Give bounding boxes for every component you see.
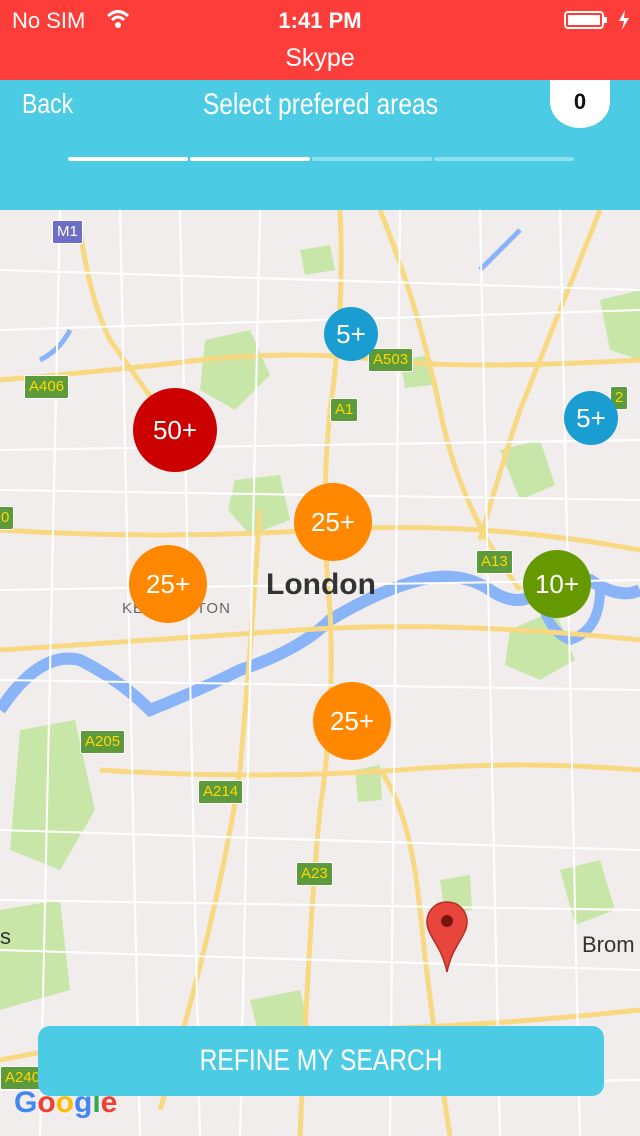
place-label: s	[0, 924, 11, 949]
road-shield: A23	[296, 862, 333, 886]
battery-icon	[564, 11, 607, 29]
charging-icon	[619, 10, 629, 30]
map-cluster-marker[interactable]: 5+	[564, 391, 618, 445]
refine-search-button[interactable]: REFINE MY SEARCH	[38, 1026, 604, 1096]
road-shield: A503	[368, 348, 414, 372]
page-title: Select prefered areas	[202, 88, 438, 121]
place-label: Brom	[582, 932, 635, 957]
selection-count-badge[interactable]: 0	[550, 80, 610, 128]
road-shield: A205	[80, 730, 126, 754]
road-shield: A214	[198, 780, 244, 804]
navigation-header: Back Select prefered areas 0	[0, 80, 640, 210]
road-shield: A13	[476, 550, 513, 574]
clock: 1:41 PM	[278, 8, 362, 33]
road-shield: 0	[0, 506, 15, 530]
map-view[interactable]: M1 A503 A406 A1 A13 A205 A214 A23 A240 0…	[0, 210, 640, 1136]
map-base	[0, 210, 640, 1136]
progress-step-3	[312, 157, 432, 161]
map-cluster-marker[interactable]: 10+	[523, 550, 591, 618]
progress-step-1	[68, 157, 188, 161]
city-label: London	[266, 568, 376, 601]
map-cluster-marker[interactable]: 25+	[313, 682, 391, 760]
back-button[interactable]: Back	[22, 88, 73, 120]
status-bar: No SIM 1:41 PM Skype	[0, 0, 640, 80]
map-cluster-marker[interactable]: 25+	[294, 483, 372, 561]
progress-step-4	[434, 157, 574, 161]
road-shield: M1	[52, 220, 83, 244]
road-shield: A1	[330, 398, 359, 422]
step-progress	[68, 157, 574, 161]
road-shield: A406	[24, 375, 70, 399]
map-cluster-marker[interactable]: 5+	[324, 307, 378, 361]
return-to-app-label[interactable]: Skype	[0, 44, 640, 73]
map-cluster-marker[interactable]: 25+	[129, 545, 207, 623]
progress-step-2	[190, 157, 310, 161]
location-pin-icon[interactable]	[426, 900, 468, 974]
map-cluster-marker[interactable]: 50+	[133, 388, 217, 472]
